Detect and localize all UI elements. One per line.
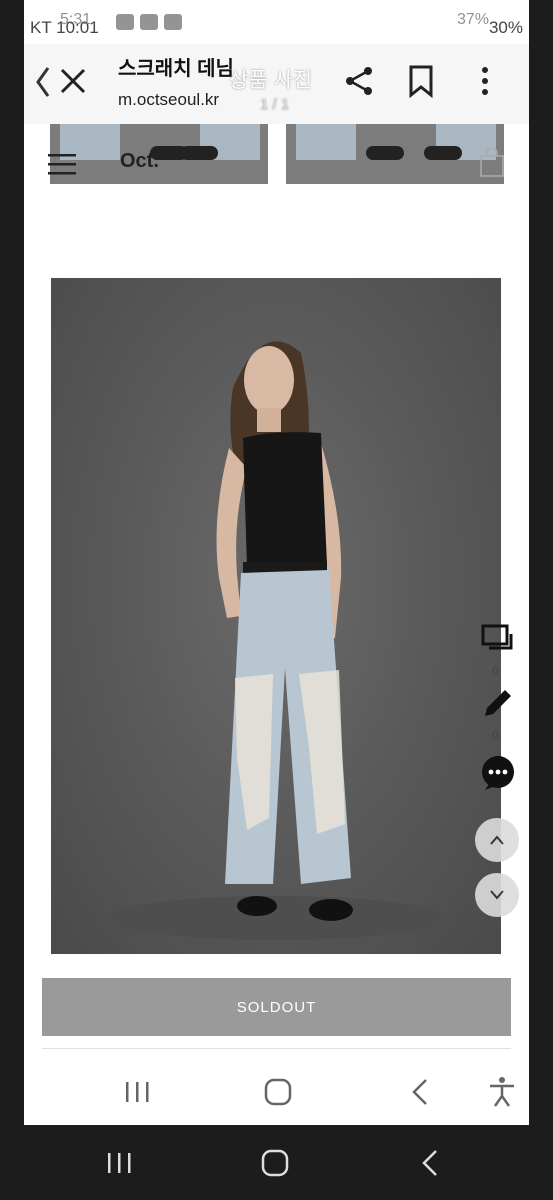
accessibility-icon[interactable] <box>484 1074 520 1110</box>
product-photo[interactable] <box>51 278 501 954</box>
gallery-icon <box>116 14 134 30</box>
viewer-title: 상품 사진 <box>229 69 313 92</box>
recent-apps-icon[interactable] <box>120 1074 156 1110</box>
brand-logo[interactable]: Oct. <box>120 150 159 173</box>
more-icon[interactable] <box>468 64 502 98</box>
home-icon[interactable] <box>257 1145 293 1181</box>
chat-icon[interactable] <box>479 754 517 792</box>
status-bar: KT 10:01 5:31 37% 30% <box>24 8 529 44</box>
system-nav-bar <box>0 1125 553 1200</box>
viewer-header: 스크래치 데님 m.octseoul.kr 상품 사진 1 / 1 <box>24 44 529 124</box>
write-icon[interactable] <box>479 686 517 720</box>
share-icon[interactable] <box>342 64 376 98</box>
battery-level: 30% <box>488 18 523 37</box>
ghost-time: 5:31 <box>60 11 92 28</box>
write-count: 0 <box>492 728 499 742</box>
divider <box>42 1048 511 1049</box>
page-title: 스크래치 데님 <box>118 58 234 80</box>
browser-window: KT 10:01 5:31 37% 30% Oct. 스크래치 데님 m.oct… <box>24 0 529 1125</box>
menu-icon[interactable] <box>48 152 78 176</box>
soldout-button[interactable]: SOLDOUT <box>42 978 511 1036</box>
ghost-battery: 37% <box>456 11 489 28</box>
image-counter: 1 / 1 <box>260 96 290 113</box>
recent-apps-icon[interactable] <box>102 1145 138 1181</box>
back-icon[interactable] <box>404 1074 440 1110</box>
scroll-up-button[interactable] <box>475 818 519 862</box>
home-icon[interactable] <box>260 1074 296 1110</box>
browser-bottom-nav <box>24 1058 529 1125</box>
scroll-down-button[interactable] <box>475 873 519 917</box>
review-count: 0 <box>492 664 499 678</box>
back-icon[interactable] <box>414 1145 450 1181</box>
page-url: m.octseoul.kr <box>118 90 220 109</box>
scroll-down-icon <box>490 890 504 900</box>
scroll-up-icon <box>490 835 504 845</box>
bookmark-icon[interactable] <box>404 64 438 98</box>
review-icon[interactable] <box>479 622 517 656</box>
talk-icon <box>140 14 158 30</box>
notification-icons <box>116 14 182 30</box>
youtube-icon <box>164 14 182 30</box>
shopping-bag-icon[interactable] <box>479 148 505 178</box>
model-illustration <box>106 341 446 940</box>
site-nav: Oct. <box>44 148 509 184</box>
close-icon[interactable] <box>54 62 94 102</box>
screen: KT 10:01 5:31 37% 30% Oct. 스크래치 데님 m.oct… <box>0 0 553 1200</box>
